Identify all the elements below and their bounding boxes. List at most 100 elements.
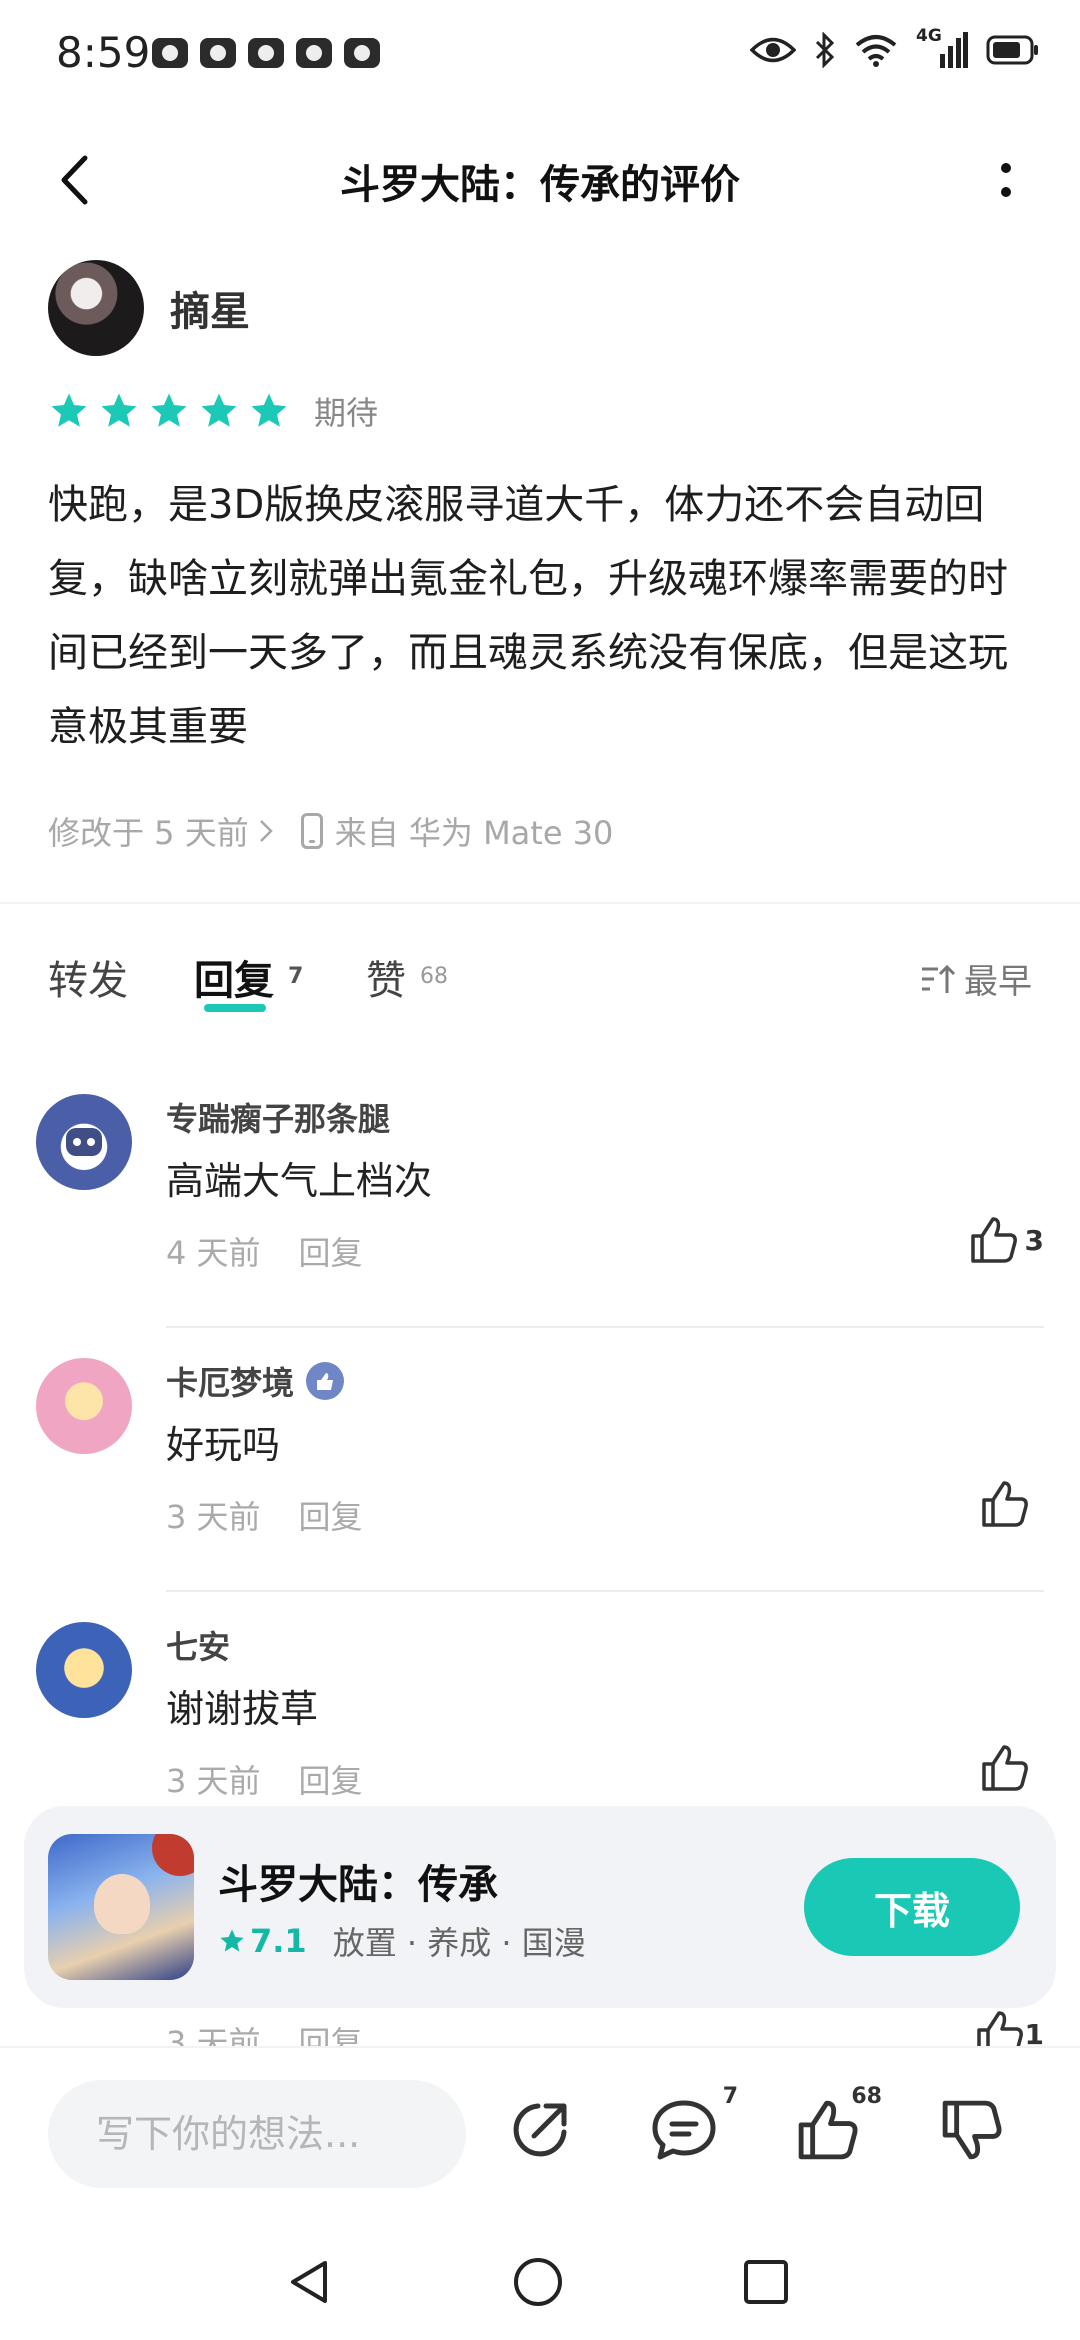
app-score-value: 7.1 — [250, 1922, 307, 1960]
app-header: 斗罗大陆：传承的评价 — [0, 130, 1080, 230]
comment-like-button[interactable] — [980, 1744, 1036, 1792]
battery-icon — [986, 35, 1038, 65]
comment-input[interactable] — [48, 2080, 466, 2188]
nav-back-button[interactable] — [280, 2252, 340, 2312]
commenter-name[interactable]: 专踹瘸子那条腿 — [166, 1094, 390, 1140]
phone-icon — [300, 813, 323, 849]
tab-repost[interactable]: 转发 — [48, 948, 128, 1006]
app-notification-icon — [296, 38, 332, 68]
verified-badge-icon — [306, 1362, 345, 1400]
star-icon — [251, 393, 287, 427]
app-name[interactable]: 斗罗大陆：传承 — [218, 1852, 498, 1910]
nav-recents-icon — [744, 2260, 788, 2304]
interaction-tabs: 转发 回复 7 赞 68 最早 — [48, 948, 1032, 1018]
commenter-name[interactable]: 卡厄梦境 — [166, 1358, 345, 1404]
sort-label: 最早 — [964, 962, 1032, 1002]
comment-item: 专踹瘸子那条腿 高端大气上档次 4 天前 回复 3 — [36, 1094, 1044, 1344]
thumbs-up-icon — [970, 1217, 1017, 1263]
tab-count: 68 — [420, 964, 448, 989]
app-score: 7.1 — [218, 1922, 307, 1960]
app-notification-icon — [344, 38, 380, 68]
eye-icon — [750, 37, 796, 63]
avatar[interactable] — [36, 1622, 132, 1718]
comment-time: 4 天前 — [166, 1234, 261, 1272]
comment-text: 高端大气上档次 — [166, 1159, 433, 1203]
comments-button[interactable]: 7 — [644, 2084, 738, 2170]
tab-label: 赞 — [366, 958, 406, 1004]
review-author[interactable]: 摘星 — [48, 260, 250, 356]
like-button[interactable]: 68 — [788, 2084, 882, 2170]
reply-button[interactable]: 回复 — [299, 1492, 363, 1538]
star-icon — [51, 393, 87, 427]
nav-recents-button[interactable] — [736, 2252, 796, 2312]
app-info: 7.1 放置 · 养成 · 国漫 — [218, 1918, 586, 1964]
thumbs-up-icon — [982, 1745, 1028, 1791]
rating-row: 期待 — [48, 388, 378, 434]
device-info: 来自 华为 Mate 30 — [334, 814, 614, 852]
app-card[interactable]: 斗罗大陆：传承 7.1 放置 · 养成 · 国漫 下载 — [24, 1806, 1056, 2008]
thumbs-up-icon — [976, 2011, 1023, 2046]
nav-home-button[interactable] — [508, 2252, 568, 2312]
sort-button[interactable]: 最早 — [920, 954, 1032, 1003]
more-options-button[interactable] — [976, 150, 1036, 210]
app-notification-icon — [248, 38, 284, 68]
comment-like-button[interactable] — [980, 1480, 1036, 1528]
chevron-right-icon — [259, 820, 273, 842]
thumbs-up-icon — [982, 1481, 1028, 1527]
app-notification-icon — [152, 38, 188, 68]
nav-home-icon — [514, 2258, 562, 2306]
system-status-icons: 4G — [750, 26, 1040, 70]
star-icon — [201, 393, 237, 427]
bluetooth-icon — [815, 32, 835, 68]
avatar[interactable] — [36, 1094, 132, 1190]
comment-text: 谢谢拔草 — [166, 1687, 319, 1731]
reply-button[interactable]: 回复 — [299, 1228, 363, 1274]
review-meta: 修改于 5 天前 来自 华为 Mate 30 — [48, 808, 633, 854]
comment-item: 卡厄梦境 好玩吗 3 天前 回复 — [36, 1358, 1044, 1608]
download-button[interactable]: 下载 — [804, 1858, 1020, 1956]
comment-time: 3 天前 — [166, 2024, 261, 2046]
avatar[interactable] — [36, 1358, 132, 1454]
reply-button[interactable]: 回复 — [299, 1756, 363, 1802]
star-icon — [220, 1929, 244, 1952]
comment-text: 好玩吗 — [166, 1423, 281, 1467]
commenter-name-text: 专踹瘸子那条腿 — [166, 1100, 391, 1138]
more-vertical-icon — [1001, 163, 1011, 197]
divider — [166, 1326, 1044, 1328]
sort-icon — [922, 964, 956, 993]
dislike-button[interactable] — [932, 2090, 1012, 2170]
author-name[interactable]: 摘星 — [170, 279, 250, 337]
robot-avatar-icon — [66, 1128, 102, 1156]
comment-count: 7 — [722, 2084, 738, 2109]
back-button[interactable] — [44, 150, 104, 210]
comment-meta: 3 天前 回复 — [166, 1492, 363, 1538]
divider — [166, 1590, 1044, 1592]
system-nav-bar — [0, 2226, 1080, 2340]
like-count: 1 — [1024, 2017, 1044, 2047]
reply-button[interactable]: 回复 — [299, 2018, 363, 2046]
star-icon — [151, 393, 187, 427]
comment-like-button[interactable]: 1 — [975, 2010, 1044, 2046]
app-icon[interactable] — [48, 1834, 194, 1980]
cellular-signal-icon: 4G — [916, 26, 968, 70]
comment-time: 3 天前 — [166, 1762, 261, 1800]
back-arrow-icon — [61, 155, 88, 205]
review-body: 快跑，是3D版换皮滚服寻道大千，体力还不会自动回复，缺啥立刻就弹出氪金礼包，升级… — [48, 482, 1008, 750]
tab-likes[interactable]: 赞 68 — [366, 948, 448, 1006]
tab-replies[interactable]: 回复 7 — [194, 948, 303, 1006]
avatar[interactable] — [48, 260, 144, 356]
comment-meta: 3 天前 回复 — [166, 1756, 363, 1802]
notification-icons — [152, 38, 380, 68]
commenter-name[interactable]: 七安 — [166, 1622, 230, 1668]
comment-like-button[interactable]: 3 — [969, 1216, 1044, 1264]
star-icon — [101, 393, 137, 427]
comment-meta: 4 天前 回复 — [166, 1228, 363, 1274]
comment-time: 3 天前 — [166, 1498, 261, 1536]
tab-count: 7 — [288, 964, 304, 989]
edited-time[interactable]: 修改于 5 天前 — [48, 808, 249, 854]
share-button[interactable] — [500, 2090, 580, 2170]
commenter-name-text: 七安 — [166, 1628, 231, 1666]
comment-item: 3 天前 回复 1 — [0, 2010, 1080, 2046]
page-title: 斗罗大陆：传承的评价 — [340, 162, 740, 208]
wifi-icon — [855, 35, 897, 67]
